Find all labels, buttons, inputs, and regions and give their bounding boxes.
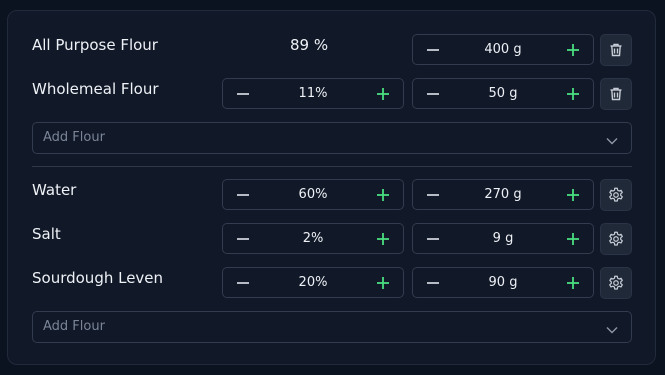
gear-icon <box>609 275 623 290</box>
minus-icon <box>237 281 249 284</box>
minus-icon <box>237 193 249 196</box>
percent-value[interactable]: 2% <box>261 224 365 253</box>
decrement-button[interactable] <box>415 79 451 108</box>
plus-icon <box>377 87 389 100</box>
weight-value[interactable]: 270 g <box>451 180 555 209</box>
decrement-button[interactable] <box>415 268 451 297</box>
minus-icon <box>427 237 439 240</box>
increment-button[interactable] <box>365 180 401 209</box>
plus-icon <box>377 276 389 289</box>
settings-button[interactable] <box>600 267 632 299</box>
plus-icon <box>567 188 579 201</box>
decrement-button[interactable] <box>225 180 261 209</box>
decrement-button[interactable] <box>225 79 261 108</box>
plus-icon <box>567 276 579 289</box>
decrement-button[interactable] <box>225 224 261 253</box>
weight-stepper: 9 g <box>412 223 594 254</box>
flour-percent: 89 % <box>290 36 329 54</box>
increment-button[interactable] <box>365 268 401 297</box>
percent-value[interactable]: 11% <box>261 79 365 108</box>
settings-button[interactable] <box>600 179 632 211</box>
ingredient-name: Salt <box>32 225 61 243</box>
add-flour-select[interactable]: Add Flour <box>32 122 632 154</box>
minus-icon <box>427 48 439 51</box>
gear-icon <box>609 231 623 246</box>
weight-stepper: 400 g <box>412 34 594 65</box>
weight-stepper: 270 g <box>412 179 594 210</box>
increment-button[interactable] <box>555 180 591 209</box>
trash-icon <box>610 43 622 57</box>
minus-icon <box>427 92 439 95</box>
section-divider <box>32 166 632 167</box>
decrement-button[interactable] <box>415 224 451 253</box>
minus-icon <box>427 281 439 284</box>
percent-stepper: 2% <box>222 223 404 254</box>
increment-button[interactable] <box>555 224 591 253</box>
decrement-button[interactable] <box>415 35 451 64</box>
decrement-button[interactable] <box>225 268 261 297</box>
percent-stepper: 20% <box>222 267 404 298</box>
trash-icon <box>610 87 622 101</box>
plus-icon <box>377 232 389 245</box>
chevron-down-icon <box>605 132 619 151</box>
ingredient-name: Sourdough Leven <box>32 269 164 287</box>
add-flour-placeholder: Add Flour <box>43 130 105 145</box>
plus-icon <box>567 87 579 100</box>
plus-icon <box>567 43 579 56</box>
add-flour-select[interactable]: Add Flour <box>32 311 632 343</box>
chevron-down-icon <box>605 321 619 340</box>
increment-button[interactable] <box>555 79 591 108</box>
minus-icon <box>237 92 249 95</box>
increment-button[interactable] <box>365 224 401 253</box>
weight-value[interactable]: 400 g <box>451 35 555 64</box>
percent-value[interactable]: 60% <box>261 180 365 209</box>
add-flour-placeholder: Add Flour <box>43 319 105 334</box>
weight-value[interactable]: 90 g <box>451 268 555 297</box>
gear-icon <box>609 187 623 202</box>
delete-button[interactable] <box>600 78 632 110</box>
settings-button[interactable] <box>600 223 632 255</box>
increment-button[interactable] <box>555 268 591 297</box>
percent-stepper: 11% <box>222 78 404 109</box>
increment-button[interactable] <box>365 79 401 108</box>
plus-icon <box>377 188 389 201</box>
weight-value[interactable]: 9 g <box>451 224 555 253</box>
minus-icon <box>237 237 249 240</box>
minus-icon <box>427 193 439 196</box>
delete-button[interactable] <box>600 34 632 66</box>
flour-name: Wholemeal Flour <box>32 80 159 98</box>
decrement-button[interactable] <box>415 180 451 209</box>
percent-stepper: 60% <box>222 179 404 210</box>
flour-name: All Purpose Flour <box>32 36 158 54</box>
percent-value[interactable]: 20% <box>261 268 365 297</box>
ingredient-name: Water <box>32 181 77 199</box>
weight-stepper: 50 g <box>412 78 594 109</box>
plus-icon <box>567 232 579 245</box>
weight-value[interactable]: 50 g <box>451 79 555 108</box>
increment-button[interactable] <box>555 35 591 64</box>
weight-stepper: 90 g <box>412 267 594 298</box>
